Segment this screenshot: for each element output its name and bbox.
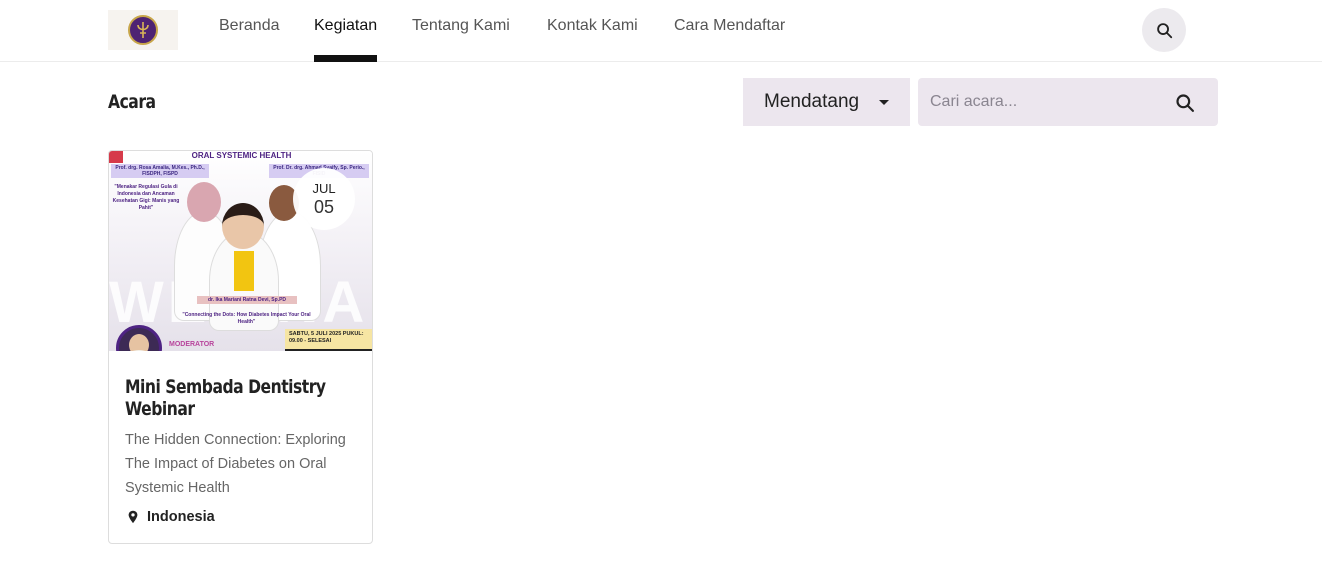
poster-banner: ORAL SYSTEMIC HEALTH bbox=[191, 151, 292, 160]
header-search-button[interactable] bbox=[1142, 8, 1186, 52]
nav-tentang-kami[interactable]: Tentang Kami bbox=[412, 17, 510, 62]
nav-cara-mendaftar[interactable]: Cara Mendaftar bbox=[674, 17, 785, 62]
event-search-button[interactable] bbox=[1173, 91, 1197, 115]
search-icon bbox=[1176, 94, 1194, 112]
map-pin-icon bbox=[128, 510, 138, 524]
poster-speaker-1-quote: "Menakar Regulasi Gula di Indonesia dan … bbox=[112, 184, 180, 211]
poster-moderator-label: MODERATOR bbox=[169, 341, 215, 348]
event-title[interactable]: Mini Sembada Dentistry Webinar bbox=[125, 376, 346, 420]
poster-schedule: SABTU, 5 JULI 2025 PUKUL: 09.00 - SELESA… bbox=[285, 329, 372, 351]
caret-down-icon bbox=[879, 100, 889, 105]
event-search-box bbox=[918, 78, 1218, 126]
event-filter-dropdown[interactable]: Mendatang bbox=[743, 78, 910, 126]
poster-speaker-3: dr. Ika Mariani Ratna Devi, Sp.PD bbox=[197, 296, 297, 304]
event-card[interactable]: ORAL SYSTEMIC HEALTH Prof. drg. Rosa Ama… bbox=[108, 150, 373, 544]
event-date-month: JUL bbox=[312, 181, 336, 196]
nav-kegiatan[interactable]: Kegiatan bbox=[314, 17, 378, 62]
poster-speaker-head-2 bbox=[222, 203, 264, 249]
event-date-day: 05 bbox=[313, 197, 335, 217]
page-title: Acara bbox=[108, 91, 156, 113]
event-location: Indonesia bbox=[127, 509, 215, 525]
event-search-input[interactable] bbox=[918, 78, 1168, 126]
nav-beranda[interactable]: Beranda bbox=[219, 17, 280, 62]
logo-emblem-icon bbox=[128, 15, 158, 45]
event-location-label: Indonesia bbox=[147, 509, 215, 525]
event-poster-image[interactable]: ORAL SYSTEMIC HEALTH Prof. drg. Rosa Ama… bbox=[109, 151, 372, 351]
poster-speaker-1: Prof. drg. Rosa Amalia, M.Kes., Ph.D., F… bbox=[111, 164, 209, 178]
site-logo[interactable] bbox=[108, 10, 178, 50]
top-navbar: Beranda Kegiatan Tentang Kami Kontak Kam… bbox=[0, 0, 1322, 62]
nav-kontak-kami[interactable]: Kontak Kami bbox=[547, 17, 638, 62]
poster-speaker-3-quote: "Connecting the Dots: How Diabetes Impac… bbox=[182, 312, 311, 325]
poster-speaker-head-1 bbox=[187, 182, 221, 222]
search-icon bbox=[1156, 22, 1172, 38]
event-date-badge: JUL 05 bbox=[293, 168, 355, 230]
poster-speaker-shirt bbox=[234, 251, 254, 291]
filter-label: Mendatang bbox=[764, 91, 860, 112]
event-description: The Hidden Connection: Exploring The Imp… bbox=[125, 432, 346, 496]
